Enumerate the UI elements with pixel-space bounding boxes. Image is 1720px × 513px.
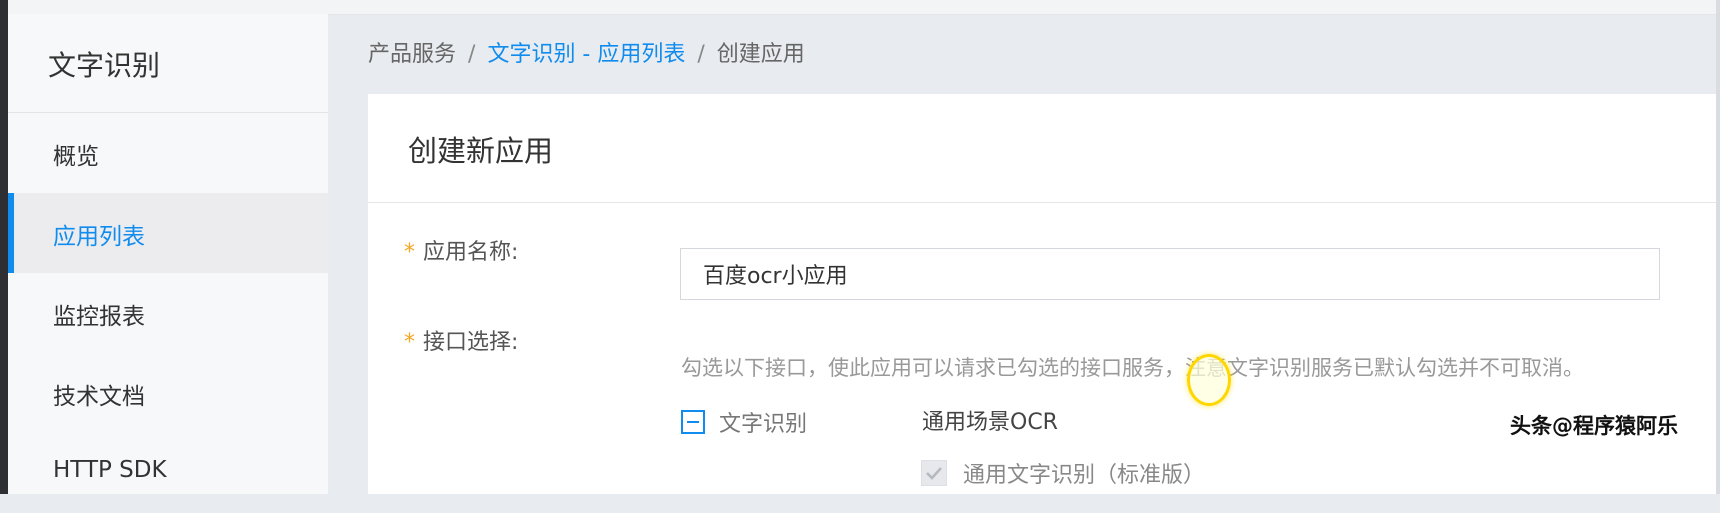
- check-icon[interactable]: [921, 460, 947, 486]
- window-left-edge: [0, 0, 8, 494]
- sidebar-item-label: 技术文档: [53, 384, 145, 410]
- app-name-label-text: 应用名称:: [423, 240, 519, 265]
- api-select-label: * 接口选择:: [404, 324, 518, 356]
- top-bar: [0, 0, 1720, 15]
- scene-label: 通用场景OCR: [922, 410, 1058, 435]
- breadcrumb-separator: /: [697, 42, 705, 67]
- sidebar-title: 文字识别: [48, 49, 161, 82]
- sidebar-item-label: 概览: [53, 144, 99, 170]
- sidebar-item-label: 监控报表: [53, 304, 145, 330]
- sidebar-item-label: 应用列表: [53, 224, 145, 250]
- required-mark: *: [404, 240, 415, 265]
- sidebar-item-tech-docs[interactable]: 技术文档: [8, 353, 328, 433]
- watermark: 头条@程序猿阿乐: [1510, 414, 1678, 438]
- required-mark: *: [404, 330, 415, 355]
- api-select-hint: 勾选以下接口，使此应用可以请求已勾选的接口服务，注意文字识别服务已默认勾选并不可…: [681, 356, 1584, 380]
- sidebar: 文字识别 概览 应用列表 监控报表 技术文档 HTTP SDK: [8, 14, 328, 494]
- breadcrumb-current: 创建应用: [716, 42, 805, 67]
- breadcrumb-separator: /: [468, 42, 476, 67]
- app-name-input[interactable]: [680, 248, 1660, 300]
- active-indicator: [8, 193, 14, 273]
- breadcrumb: 产品服务 / 文字识别 - 应用列表 / 创建应用: [368, 36, 805, 68]
- sidebar-item-monitor-report[interactable]: 监控报表: [8, 273, 328, 353]
- api-select-label-text: 接口选择:: [423, 330, 519, 355]
- scrollbar-edge: [1716, 0, 1720, 494]
- ocr-group-label: 文字识别: [719, 412, 808, 437]
- sidebar-item-label: HTTP SDK: [53, 457, 167, 483]
- breadcrumb-product-services[interactable]: 产品服务: [368, 42, 456, 67]
- sidebar-item-overview[interactable]: 概览: [8, 113, 328, 193]
- breadcrumb-app-list-link[interactable]: 文字识别 - 应用列表: [487, 42, 685, 67]
- card-header: 创建新应用: [368, 94, 1720, 203]
- general-ocr-checkbox[interactable]: 通用文字识别（标准版）: [921, 457, 1205, 489]
- cursor-highlight-icon: [1187, 354, 1231, 406]
- indeterminate-checkbox-icon[interactable]: [681, 410, 705, 434]
- page-title: 创建新应用: [408, 134, 554, 168]
- sidebar-item-http-sdk[interactable]: HTTP SDK: [8, 433, 328, 513]
- general-ocr-label: 通用文字识别（标准版）: [963, 463, 1206, 488]
- app-name-label: * 应用名称:: [404, 234, 518, 266]
- ocr-group-checkbox[interactable]: 文字识别: [681, 406, 807, 438]
- sidebar-item-app-list[interactable]: 应用列表: [8, 193, 328, 273]
